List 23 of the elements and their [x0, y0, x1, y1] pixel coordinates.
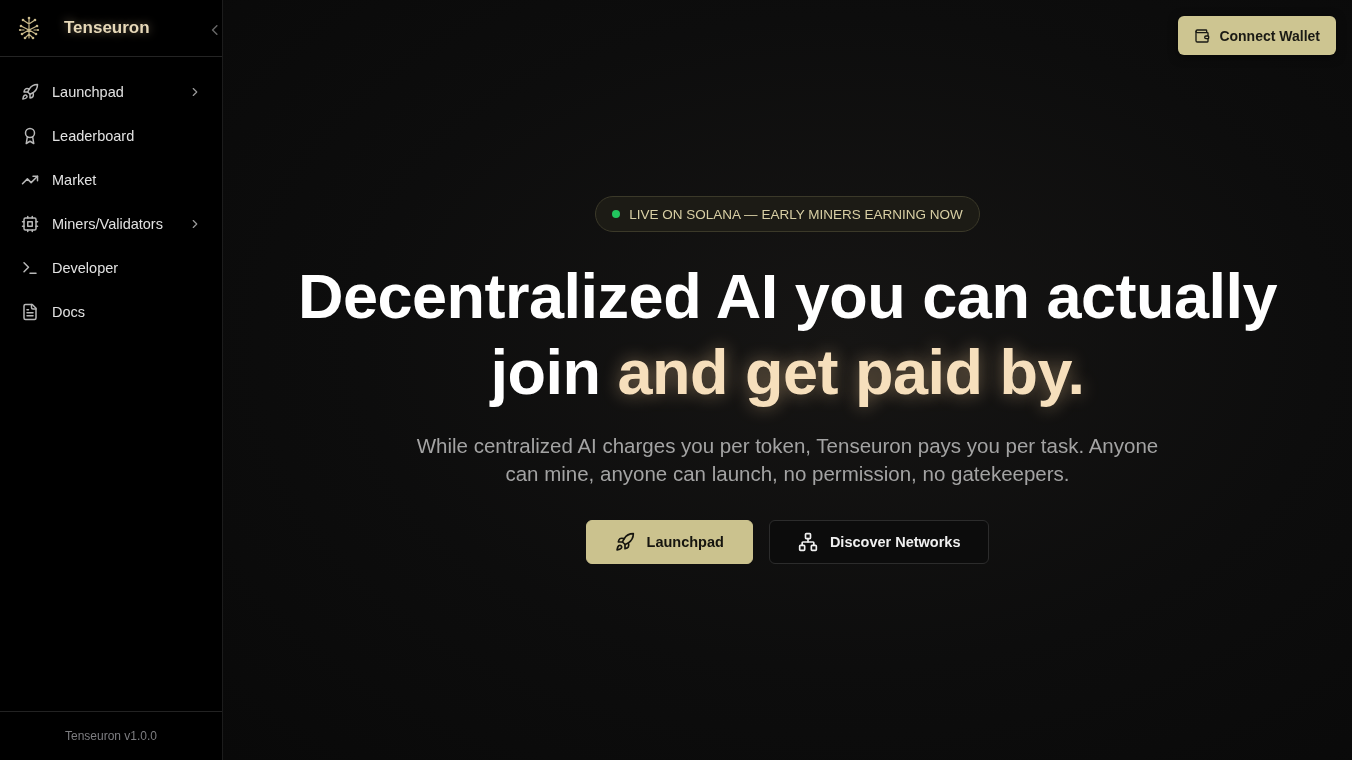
rocket-icon — [614, 532, 635, 552]
logo-icon — [17, 16, 41, 40]
connect-wallet-button[interactable]: Connect Wallet — [1178, 16, 1336, 55]
collapse-sidebar-button[interactable] — [210, 23, 218, 33]
chip-icon — [21, 215, 39, 233]
nav-item[interactable]: Docs — [0, 290, 222, 334]
brand-name: Tenseuron — [64, 18, 151, 38]
nav-item[interactable]: Developer — [0, 246, 222, 290]
version-label: Tenseuron v1.0.0 — [64, 729, 158, 743]
network-icon — [797, 532, 818, 552]
nav-item[interactable]: Miners/Validators — [0, 202, 222, 246]
hero-headline: Decentralized AI you can actually join and get paid by. — [297, 260, 1278, 409]
nav-item[interactable]: Market — [0, 158, 222, 202]
terminal-icon — [21, 259, 39, 277]
hero-subtitle: While centralized AI charges you per token, Tenseuron pays you per task. Anyone can mine, anyone can launch, no permission, no gatekeepers. — [415, 433, 1160, 487]
badge-text: LIVE ON SOLANA — EARLY MINERS EARNING NOW — [629, 206, 963, 222]
discover-networks-button[interactable]: Discover Networks — [768, 520, 990, 564]
wallet-icon — [1194, 27, 1211, 44]
nav-item[interactable]: Launchpad — [0, 70, 222, 114]
document-icon — [21, 303, 39, 321]
launchpad-button[interactable]: Launchpad — [585, 520, 753, 564]
nav-item[interactable]: Leaderboard — [0, 114, 222, 158]
rocket-icon — [21, 83, 39, 101]
